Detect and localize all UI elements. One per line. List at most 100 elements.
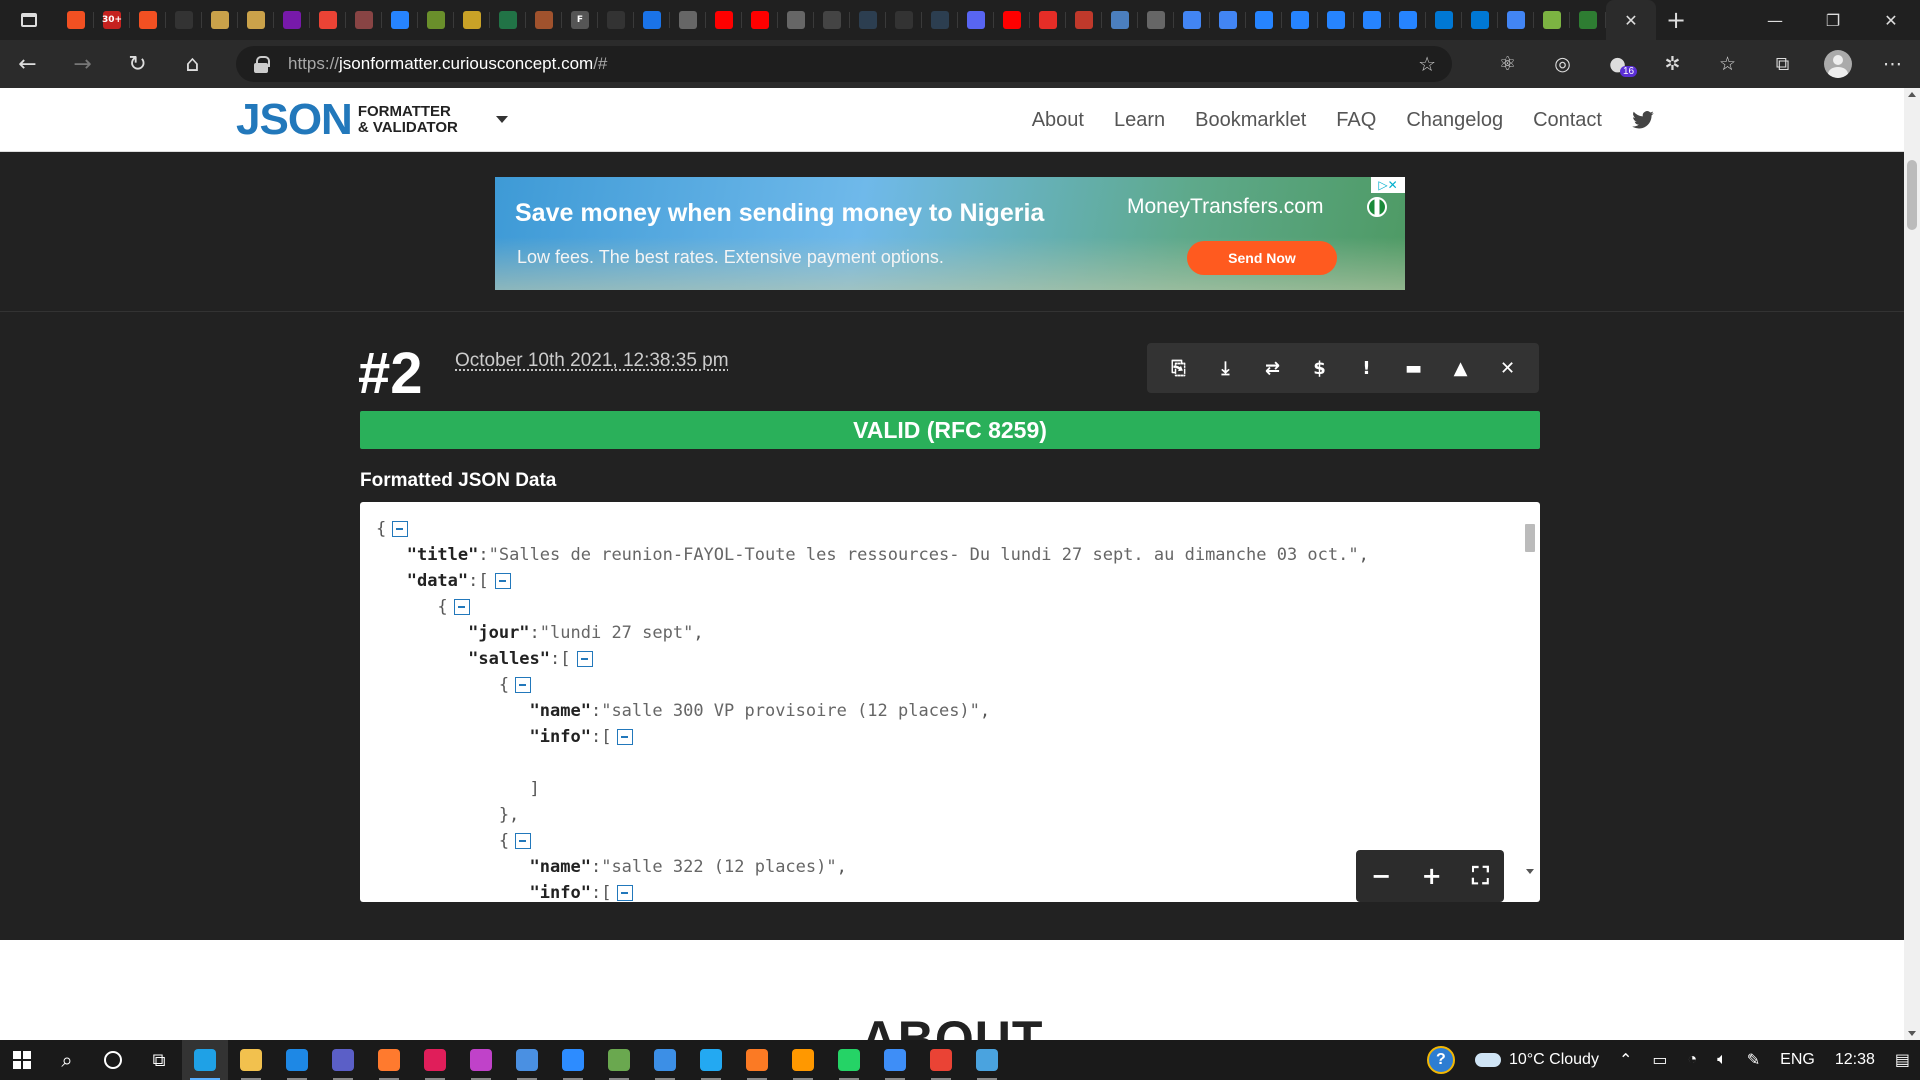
- nav-learn[interactable]: Learn: [1114, 109, 1165, 132]
- notifications-icon[interactable]: ▤: [1885, 1050, 1920, 1070]
- browser-tab[interactable]: [1174, 0, 1210, 40]
- browser-tab[interactable]: [58, 0, 94, 40]
- close-window-button[interactable]: ✕: [1862, 0, 1920, 40]
- browser-tab[interactable]: [202, 0, 238, 40]
- browser-tab[interactable]: [1210, 0, 1246, 40]
- taskbar-app[interactable]: [550, 1040, 596, 1080]
- taskbar-app[interactable]: [366, 1040, 412, 1080]
- settings-more-button[interactable]: ⋯: [1865, 40, 1920, 88]
- browser-tab[interactable]: [1570, 0, 1606, 40]
- alert-icon[interactable]: !: [1352, 353, 1382, 383]
- taskbar-app[interactable]: [504, 1040, 550, 1080]
- clock[interactable]: 12:38: [1825, 1051, 1885, 1069]
- browser-tab[interactable]: [1354, 0, 1390, 40]
- new-tab-button[interactable]: +: [1656, 6, 1696, 34]
- language-indicator[interactable]: ENG: [1770, 1051, 1825, 1069]
- collapse-toggle-icon[interactable]: [576, 651, 593, 667]
- page-scrollbar[interactable]: [1904, 88, 1920, 1040]
- taskbar-app[interactable]: [182, 1040, 228, 1080]
- taskbar-app[interactable]: [596, 1040, 642, 1080]
- collapse-toggle-icon[interactable]: [617, 729, 634, 745]
- browser-tab[interactable]: [418, 0, 454, 40]
- collections-icon[interactable]: ⧉: [1755, 40, 1810, 88]
- taskbar-app[interactable]: [320, 1040, 366, 1080]
- taskbar-app[interactable]: [826, 1040, 872, 1080]
- browser-tab[interactable]: [310, 0, 346, 40]
- formatted-json-viewer[interactable]: { "title":"Salles de reunion-FAYOL-Toute…: [360, 502, 1540, 902]
- browser-tab[interactable]: [1102, 0, 1138, 40]
- browser-tab[interactable]: [1426, 0, 1462, 40]
- browser-tab[interactable]: [238, 0, 274, 40]
- lock-icon[interactable]: [254, 56, 270, 73]
- favorites-icon[interactable]: ☆: [1700, 40, 1755, 88]
- refresh-icon[interactable]: ⇄: [1258, 353, 1288, 383]
- browser-tab[interactable]: [1390, 0, 1426, 40]
- wifi-icon[interactable]: ◔: [1677, 1051, 1707, 1069]
- nav-contact[interactable]: Contact: [1533, 109, 1602, 132]
- taskbar-app[interactable]: [872, 1040, 918, 1080]
- battery-icon[interactable]: ▭: [1642, 1050, 1677, 1070]
- browser-tab[interactable]: [778, 0, 814, 40]
- tools-dropdown-icon[interactable]: [496, 116, 508, 123]
- close-tab-icon[interactable]: ✕: [1624, 11, 1637, 30]
- fullscreen-button[interactable]: ⛶: [1472, 862, 1489, 890]
- adchoices-icon[interactable]: ▷✕: [1371, 177, 1405, 193]
- taskbar-app[interactable]: [688, 1040, 734, 1080]
- browser-tab[interactable]: [1282, 0, 1318, 40]
- collapse-icon[interactable]: ▬: [1399, 353, 1429, 383]
- browser-tab[interactable]: [994, 0, 1030, 40]
- minimize-button[interactable]: —: [1746, 0, 1804, 40]
- start-button[interactable]: [0, 1040, 44, 1080]
- copy-icon[interactable]: ⎘: [1164, 353, 1194, 383]
- browser-tab[interactable]: [454, 0, 490, 40]
- nav-changelog[interactable]: Changelog: [1406, 109, 1503, 132]
- browser-tab[interactable]: [1498, 0, 1534, 40]
- advertisement-banner[interactable]: Save money when sending money to Nigeria…: [495, 177, 1405, 290]
- weather-widget[interactable]: 10°C Cloudy: [1465, 1051, 1609, 1069]
- collapse-toggle-icon[interactable]: [515, 833, 532, 849]
- scroll-thumb[interactable]: [1525, 524, 1535, 552]
- json-viewer-scrollbar[interactable]: [1522, 504, 1538, 900]
- maximize-button[interactable]: ❐: [1804, 0, 1862, 40]
- show-hidden-icons-button[interactable]: ⌃: [1609, 1050, 1642, 1070]
- help-app[interactable]: ?: [1417, 1046, 1465, 1074]
- add-favorite-icon[interactable]: ☆: [1418, 52, 1436, 76]
- collapse-toggle-icon[interactable]: [392, 521, 409, 537]
- address-bar[interactable]: https://jsonformatter.curiousconcept.com…: [236, 46, 1452, 82]
- home-button[interactable]: ⌂: [165, 40, 220, 88]
- page-scroll-thumb[interactable]: [1907, 160, 1917, 230]
- taskbar-app[interactable]: [228, 1040, 274, 1080]
- close-icon[interactable]: ✕: [1493, 353, 1523, 383]
- browser-tab[interactable]: [490, 0, 526, 40]
- nav-faq[interactable]: FAQ: [1336, 109, 1376, 132]
- taskbar-app[interactable]: [964, 1040, 1010, 1080]
- scroll-down-icon[interactable]: [1908, 1031, 1916, 1036]
- target-extension-icon[interactable]: ◎: [1535, 40, 1590, 88]
- cortana-button[interactable]: [90, 1040, 136, 1080]
- zoom-in-button[interactable]: +: [1422, 862, 1442, 890]
- search-button[interactable]: ⌕: [44, 1040, 90, 1080]
- profile-button[interactable]: [1810, 40, 1865, 88]
- browser-tab[interactable]: [670, 0, 706, 40]
- expand-icon[interactable]: ▲: [1446, 353, 1476, 383]
- taskbar-app[interactable]: [734, 1040, 780, 1080]
- taskbar-app[interactable]: [780, 1040, 826, 1080]
- browser-tab[interactable]: [130, 0, 166, 40]
- scroll-up-icon[interactable]: [1908, 92, 1916, 97]
- task-view-button[interactable]: ⧉: [136, 1040, 182, 1080]
- browser-tab[interactable]: [1318, 0, 1354, 40]
- browser-tab[interactable]: [274, 0, 310, 40]
- ad-send-now-button[interactable]: Send Now: [1187, 241, 1337, 275]
- browser-tab[interactable]: [1534, 0, 1570, 40]
- browser-tab[interactable]: [1246, 0, 1282, 40]
- twitter-icon[interactable]: [1632, 111, 1654, 129]
- pen-icon[interactable]: ✎: [1737, 1050, 1770, 1070]
- browser-tab[interactable]: [598, 0, 634, 40]
- browser-tab[interactable]: 30+: [94, 0, 130, 40]
- url-text[interactable]: https://jsonformatter.curiousconcept.com…: [288, 54, 607, 74]
- scroll-down-icon[interactable]: [1526, 869, 1534, 874]
- browser-tab[interactable]: [922, 0, 958, 40]
- forward-button[interactable]: →: [55, 40, 110, 88]
- back-button[interactable]: ←: [0, 40, 55, 88]
- refresh-button[interactable]: ↻: [110, 40, 165, 88]
